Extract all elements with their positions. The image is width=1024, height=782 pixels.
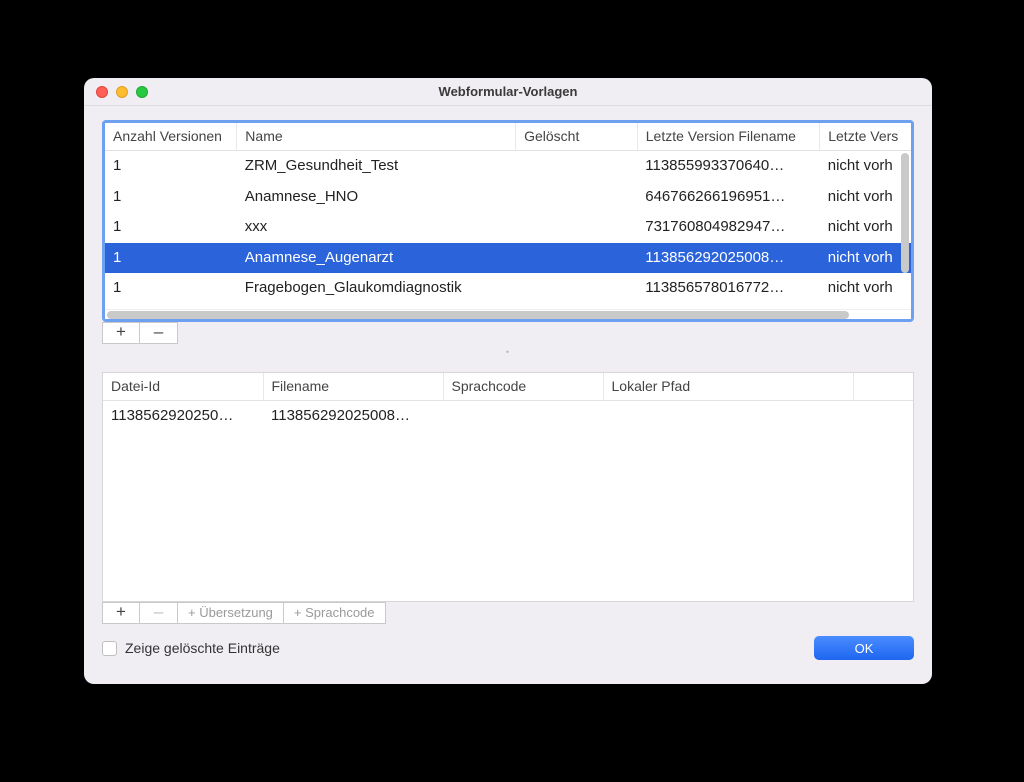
zoom-window-button[interactable] [136, 86, 148, 98]
table-cell: 1 [105, 243, 237, 274]
table-row[interactable]: 1Anamnese_HNO 646766266196951…nicht vorh [105, 182, 911, 213]
table-cell: 1 [105, 151, 237, 182]
add-translation-button: + Übersetzung [178, 602, 284, 624]
table-cell: 1 [105, 182, 237, 213]
table-cell [443, 401, 603, 432]
remove-version-button: – [140, 602, 178, 624]
table-cell [516, 151, 638, 182]
table-cell: 113856292025008… [637, 243, 819, 274]
traffic-lights [84, 86, 148, 98]
show-deleted-label: Zeige gelöschte Einträge [125, 640, 280, 656]
versions-table-container: Datei-Id Filename Sprachcode Lokaler Pfa… [102, 372, 914, 602]
templates-button-row: + – [102, 322, 914, 344]
table-cell [853, 401, 913, 432]
templates-table[interactable]: Anzahl Versionen Name Gelöscht Letzte Ve… [105, 123, 911, 319]
table-cell [516, 182, 638, 213]
table-cell: Fragebogen_Glaukomdiagnostik [237, 273, 516, 304]
table-cell: 646766266196951… [637, 182, 819, 213]
templates-table-container: Anzahl Versionen Name Gelöscht Letzte Ve… [102, 120, 914, 322]
table-cell [603, 401, 853, 432]
table-cell: nicht vorh [820, 151, 911, 182]
table-row[interactable]: 1138562920250…113856292025008… [103, 401, 913, 432]
add-template-button[interactable]: + [102, 322, 140, 344]
table-cell: 731760804982947… [637, 212, 819, 243]
minimize-window-button[interactable] [116, 86, 128, 98]
table-cell: nicht vorh [820, 182, 911, 213]
splitter[interactable]: • [102, 350, 914, 356]
table-cell: 113855993370640… [637, 151, 819, 182]
table-cell: 1 [105, 273, 237, 304]
versions-button-row: + – + Übersetzung + Sprachcode [102, 602, 914, 624]
table-cell [516, 243, 638, 274]
show-deleted-checkbox[interactable]: Zeige gelöschte Einträge [102, 640, 280, 656]
col-sprachcode[interactable]: Sprachcode [443, 373, 603, 401]
table-cell: 113856292025008… [263, 401, 443, 432]
table-cell: 1138562920250… [103, 401, 263, 432]
table-cell: nicht vorh [820, 243, 911, 274]
col-letzte-vers[interactable]: Letzte Vers [820, 123, 911, 151]
remove-template-button[interactable]: – [140, 322, 178, 344]
footer: Zeige gelöschte Einträge OK [102, 636, 914, 660]
add-version-button[interactable]: + [102, 602, 140, 624]
table-cell: 113856578016772… [637, 273, 819, 304]
table-row[interactable]: 1Fragebogen_Glaukomdiagnostik 11385657801… [105, 273, 911, 304]
window-title: Webformular-Vorlagen [84, 84, 932, 99]
ok-button[interactable]: OK [814, 636, 914, 660]
hscroll-thumb[interactable] [107, 311, 849, 319]
table-cell [516, 273, 638, 304]
versions-table-header-row: Datei-Id Filename Sprachcode Lokaler Pfa… [103, 373, 913, 401]
table-cell [516, 212, 638, 243]
templates-table-vscroll[interactable] [901, 153, 909, 273]
table-row[interactable]: 1ZRM_Gesundheit_Test 113855993370640…nich… [105, 151, 911, 182]
col-geloescht[interactable]: Gelöscht [516, 123, 638, 151]
col-name[interactable]: Name [237, 123, 516, 151]
content-area: Anzahl Versionen Name Gelöscht Letzte Ve… [84, 106, 932, 674]
table-cell: nicht vorh [820, 273, 911, 304]
table-cell: ZRM_Gesundheit_Test [237, 151, 516, 182]
templates-table-header-row: Anzahl Versionen Name Gelöscht Letzte Ve… [105, 123, 911, 151]
table-cell: Anamnese_Augenarzt [237, 243, 516, 274]
dialog-window: Webformular-Vorlagen Anzahl Versionen [84, 78, 932, 684]
table-cell: xxx [237, 212, 516, 243]
col-anzahl-versionen[interactable]: Anzahl Versionen [105, 123, 237, 151]
table-cell: Anamnese_HNO [237, 182, 516, 213]
col-blank[interactable] [853, 373, 913, 401]
col-datei-id[interactable]: Datei-Id [103, 373, 263, 401]
col-letzte-filename[interactable]: Letzte Version Filename [637, 123, 819, 151]
col-lokalerpfad[interactable]: Lokaler Pfad [603, 373, 853, 401]
close-window-button[interactable] [96, 86, 108, 98]
titlebar: Webformular-Vorlagen [84, 78, 932, 106]
table-cell: 1 [105, 212, 237, 243]
table-row[interactable]: 1xxx 731760804982947…nicht vorh [105, 212, 911, 243]
table-row[interactable]: 1Anamnese_Augenarzt 113856292025008…nicht… [105, 243, 911, 274]
versions-table[interactable]: Datei-Id Filename Sprachcode Lokaler Pfa… [103, 373, 913, 432]
table-cell: nicht vorh [820, 212, 911, 243]
add-langcode-button: + Sprachcode [284, 602, 386, 624]
checkbox-box[interactable] [102, 641, 117, 656]
col-filename[interactable]: Filename [263, 373, 443, 401]
templates-table-hscroll[interactable] [105, 309, 911, 319]
